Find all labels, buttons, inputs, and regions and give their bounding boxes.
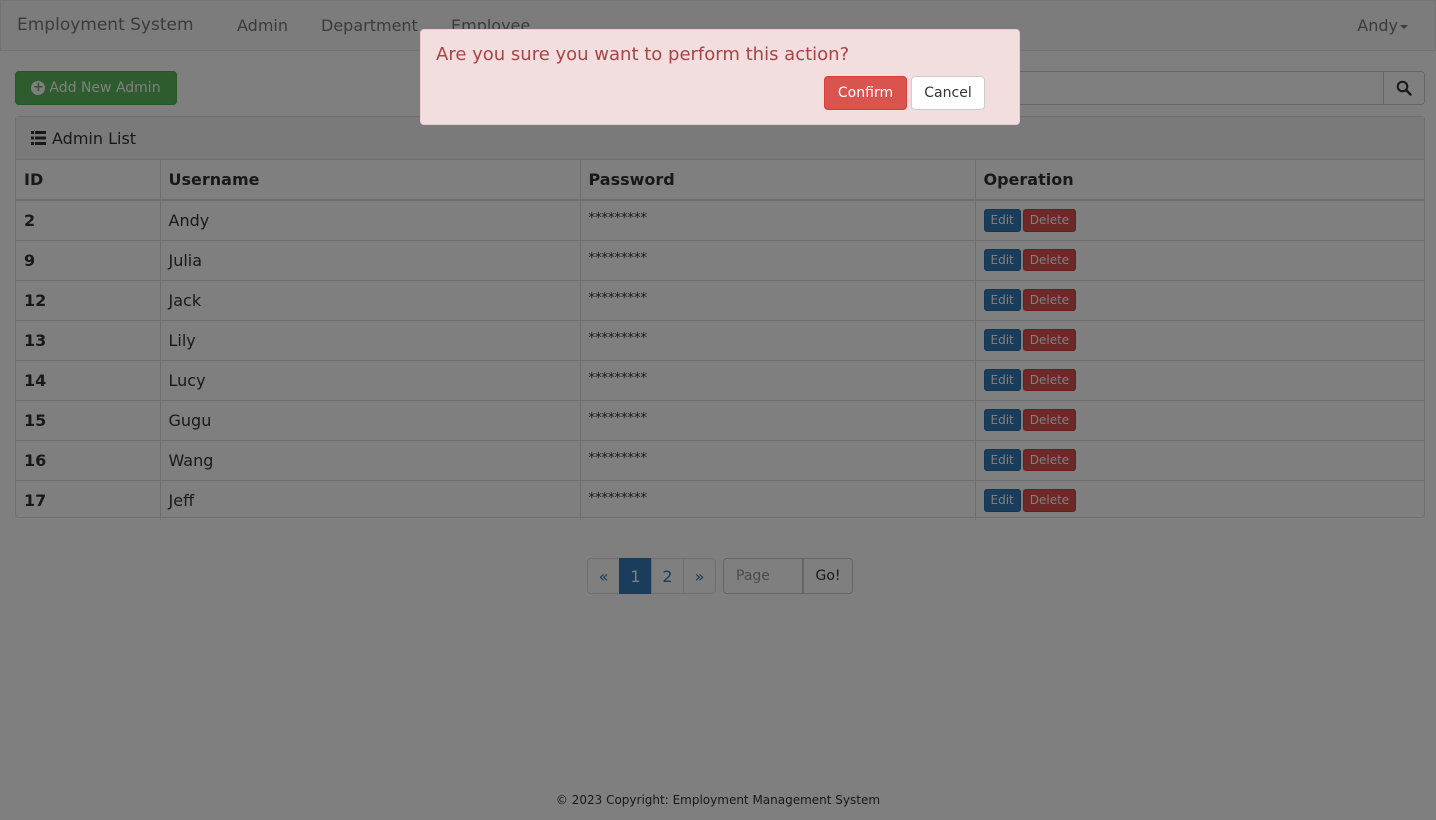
confirm-dialog: Are you sure you want to perform this ac… [420,29,1020,125]
confirm-message: Are you sure you want to perform this ac… [436,44,850,65]
cancel-button[interactable]: Cancel [911,76,985,110]
confirm-button[interactable]: Confirm [824,76,907,110]
